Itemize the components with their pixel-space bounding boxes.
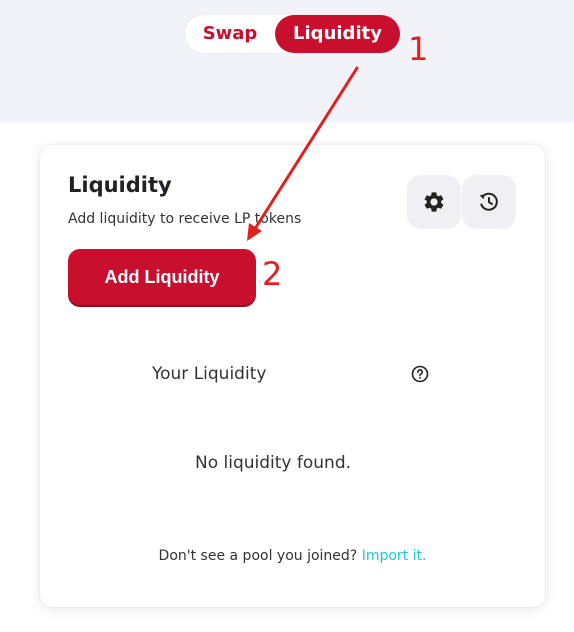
history-icon xyxy=(479,192,498,211)
add-liquidity-button[interactable]: Add Liquidity xyxy=(68,249,256,305)
swap-liquidity-toggle: Swap Liquidity xyxy=(185,15,400,53)
import-pool-line: Don't see a pool you joined? Import it. xyxy=(40,548,545,564)
import-prompt: Don't see a pool you joined? xyxy=(158,548,358,564)
settings-button[interactable] xyxy=(407,175,461,229)
tab-liquidity[interactable]: Liquidity xyxy=(275,15,400,53)
your-liquidity-label: Your Liquidity xyxy=(152,364,267,384)
history-button[interactable] xyxy=(462,175,516,229)
card-title: Liquidity xyxy=(68,173,172,197)
tab-swap[interactable]: Swap xyxy=(185,15,275,53)
question-circle-icon-svg xyxy=(411,365,429,383)
gear-icon xyxy=(424,192,444,212)
empty-state-message: No liquidity found. xyxy=(194,453,352,473)
annotation-step-2: 2 xyxy=(262,255,283,293)
card-subtitle: Add liquidity to receive LP tokens xyxy=(68,211,302,227)
question-circle-icon[interactable] xyxy=(410,364,430,384)
annotation-step-1: 1 xyxy=(408,30,429,68)
liquidity-card: Liquidity Add liquidity to receive LP to… xyxy=(40,145,545,607)
import-link[interactable]: Import it. xyxy=(362,548,427,564)
